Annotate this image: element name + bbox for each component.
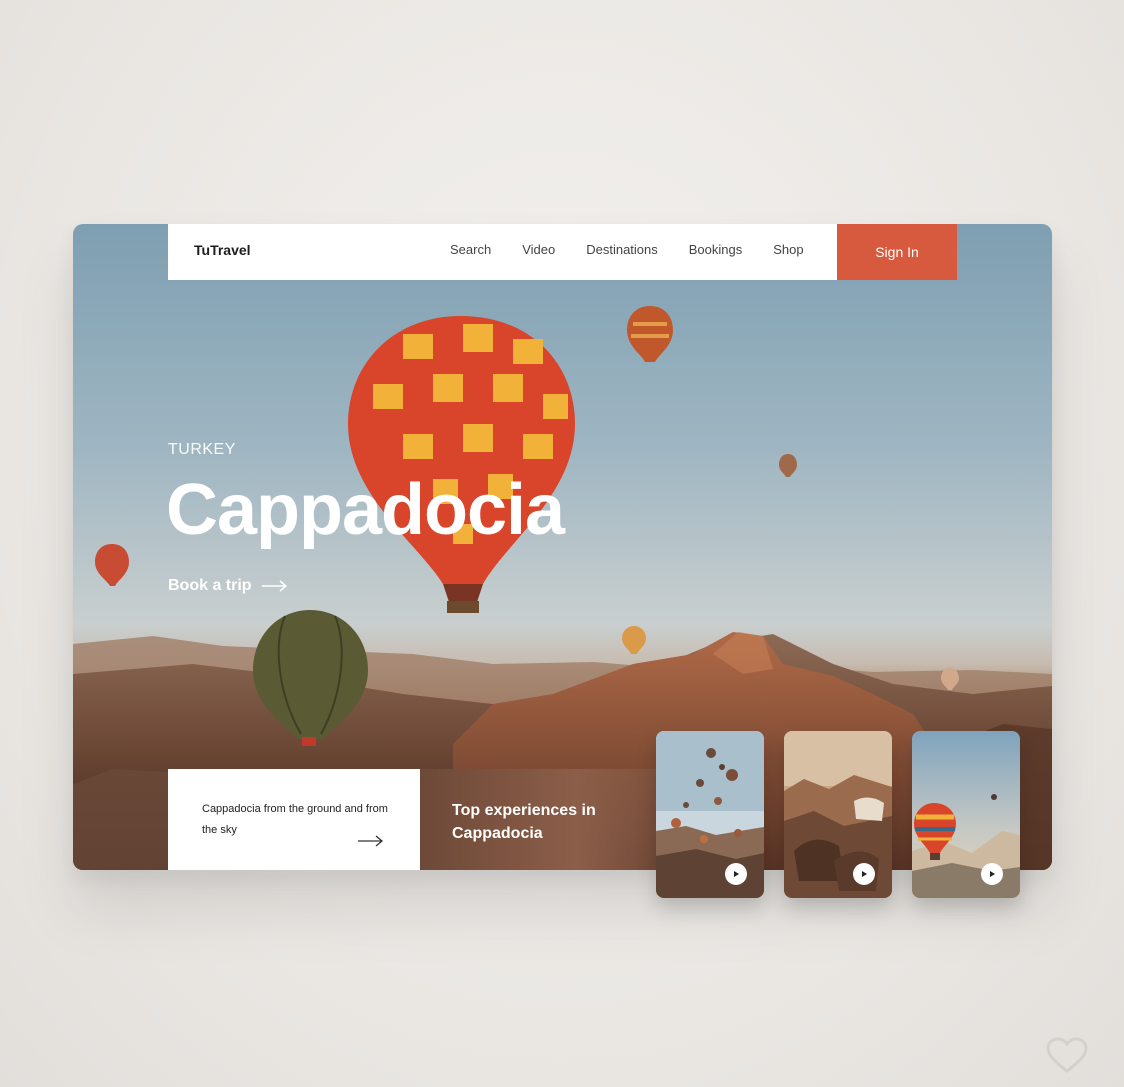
nav-item-destinations[interactable]: Destinations <box>586 242 658 257</box>
play-icon <box>990 871 995 877</box>
info-card[interactable]: Cappadocia from the ground and from the … <box>168 769 420 870</box>
heart-icon <box>1046 1037 1088 1073</box>
play-button[interactable] <box>853 863 875 885</box>
hero-card: TuTravel Search Video Destinations Booki… <box>73 224 1052 870</box>
play-button[interactable] <box>981 863 1003 885</box>
nav-item-shop[interactable]: Shop <box>773 242 803 257</box>
video-thumbnail-balloons[interactable] <box>656 731 764 898</box>
top-navigation-bar: TuTravel Search Video Destinations Booki… <box>168 224 957 280</box>
video-thumbnail-horses[interactable] <box>784 731 892 898</box>
top-experiences-title: Top experiences in Cappadocia <box>452 802 596 842</box>
book-a-trip-link[interactable]: Book a trip <box>168 577 288 595</box>
top-experiences-panel[interactable]: Top experiences in Cappadocia <box>420 769 680 870</box>
thumbnail-image <box>912 731 1020 898</box>
hero-title: Cappadocia <box>166 470 565 550</box>
thumbnail-image <box>784 731 892 898</box>
video-thumbnail-sunset-balloon[interactable] <box>912 731 1020 898</box>
play-button[interactable] <box>725 863 747 885</box>
hero-eyebrow: TURKEY <box>168 441 236 458</box>
play-icon <box>734 871 739 877</box>
book-a-trip-label: Book a trip <box>168 577 252 594</box>
brand-logo[interactable]: TuTravel <box>194 242 251 258</box>
nav-item-bookings[interactable]: Bookings <box>689 242 742 257</box>
nav-item-search[interactable]: Search <box>450 242 491 257</box>
sign-in-button[interactable]: Sign In <box>837 224 957 280</box>
arrow-right-icon <box>261 580 287 592</box>
arrow-right-icon[interactable] <box>358 835 384 847</box>
play-icon <box>862 871 867 877</box>
main-nav: Search Video Destinations Bookings Shop <box>450 242 804 257</box>
nav-item-video[interactable]: Video <box>522 242 555 257</box>
thumbnail-image <box>656 731 764 898</box>
